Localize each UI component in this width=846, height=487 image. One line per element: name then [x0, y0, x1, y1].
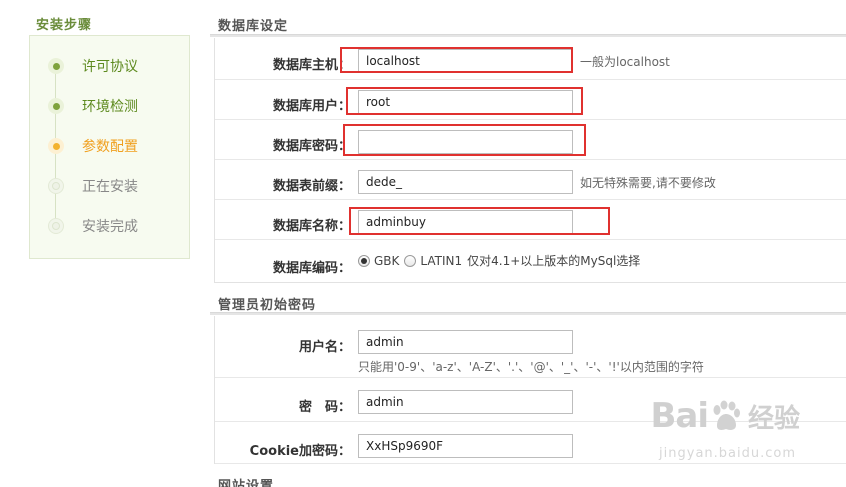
- step-complete: 安装完成: [48, 216, 138, 236]
- db-prefix-hint: 如无特殊需要,请不要修改: [580, 176, 716, 190]
- sidebar-title: 安装步骤: [36, 18, 93, 33]
- admin-section-title: 管理员初始密码: [218, 298, 317, 313]
- step-license: 许可协议: [48, 56, 138, 76]
- admin-username-label: 用户名：: [298, 340, 351, 355]
- admin-username-input[interactable]: [358, 330, 573, 354]
- charset-note: 仅对4.1+以上版本的MySql选择: [467, 254, 641, 268]
- baidu-jingyan-watermark: Bai 经验: [650, 396, 800, 436]
- step-label: 安装完成: [82, 219, 138, 235]
- step-label: 参数配置: [82, 139, 138, 155]
- watermark-brand: Bai: [650, 396, 709, 436]
- paw-icon: [713, 400, 740, 430]
- admin-username-row: 用户名： 只能用'0-9'、'a-z'、'A-Z'、'.'、'@'、'_'、'-…: [215, 316, 846, 378]
- db-prefix-input[interactable]: [358, 170, 573, 194]
- step-label: 正在安装: [82, 179, 138, 195]
- admin-password-input[interactable]: [358, 390, 573, 414]
- db-prefix-label: 数据表前缀：: [272, 179, 351, 194]
- db-user-row: 数据库用户：: [215, 80, 846, 120]
- step-pending-icon: [48, 218, 64, 234]
- db-name-row: 数据库名称：: [215, 200, 846, 240]
- db-charset-label: 数据库编码：: [272, 261, 351, 276]
- db-charset-row: 数据库编码： GBK LATIN1 仅对4.1+以上版本的MySql选择: [215, 240, 846, 283]
- admin-username-hint: 只能用'0-9'、'a-z'、'A-Z'、'.'、'@'、'_'、'-'、'!'…: [358, 360, 704, 374]
- cookie-key-input[interactable]: [358, 434, 573, 458]
- db-password-label: 数据库密码：: [272, 139, 351, 154]
- charset-latin1-radio[interactable]: [404, 254, 417, 267]
- step-env-check: 环境检测: [48, 96, 138, 116]
- db-password-row: 数据库密码：: [215, 120, 846, 160]
- db-user-label: 数据库用户：: [272, 99, 351, 114]
- watermark-brand-cn: 经验: [747, 403, 800, 434]
- db-host-label: 数据库主机：: [272, 58, 351, 73]
- admin-settings-form: 用户名： 只能用'0-9'、'a-z'、'A-Z'、'.'、'@'、'_'、'-…: [214, 316, 846, 464]
- admin-password-label: 密 码：: [298, 400, 351, 415]
- section-divider: [210, 312, 846, 315]
- db-prefix-row: 数据表前缀： 如无特殊需要,请不要修改: [215, 160, 846, 200]
- charset-latin1-label[interactable]: LATIN1: [420, 254, 462, 268]
- db-host-input[interactable]: [358, 49, 573, 73]
- step-done-icon: [48, 98, 64, 114]
- site-section-title: 网站设置: [218, 479, 275, 487]
- db-name-input[interactable]: [358, 210, 573, 234]
- section-divider: [210, 34, 846, 37]
- db-settings-form: 数据库主机： 一般为localhost 数据库用户： 数据库密码： 数据表前缀：…: [214, 38, 846, 283]
- cookie-key-label: Cookie加密码：: [249, 444, 351, 459]
- db-section-title: 数据库设定: [218, 19, 289, 34]
- step-installing: 正在安装: [48, 176, 138, 196]
- step-done-icon: [48, 58, 64, 74]
- step-pending-icon: [48, 178, 64, 194]
- step-current-icon: [48, 138, 64, 154]
- step-config: 参数配置: [48, 136, 138, 156]
- db-password-input[interactable]: [358, 130, 573, 154]
- charset-radio-group: GBK LATIN1 仅对4.1+以上版本的MySql选择: [358, 252, 640, 269]
- step-label: 环境检测: [82, 99, 138, 115]
- db-host-hint: 一般为localhost: [580, 55, 670, 69]
- db-user-input[interactable]: [358, 90, 573, 114]
- charset-gbk-label[interactable]: GBK: [374, 254, 399, 268]
- step-label: 许可协议: [82, 59, 138, 75]
- charset-gbk-radio[interactable]: [358, 254, 370, 267]
- watermark-url: jingyan.baidu.com: [659, 446, 796, 461]
- db-host-row: 数据库主机： 一般为localhost: [215, 38, 846, 80]
- db-name-label: 数据库名称：: [272, 219, 351, 234]
